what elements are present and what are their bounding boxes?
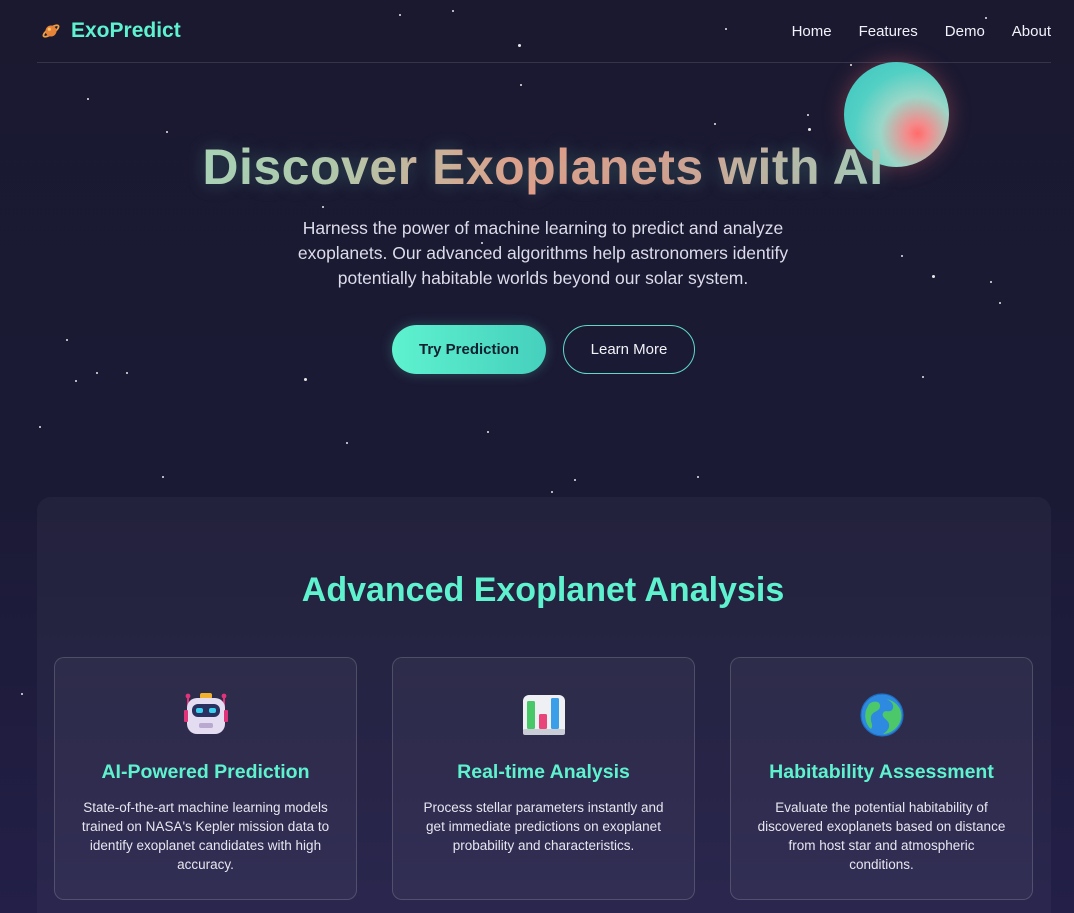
planet-rocket-icon xyxy=(41,21,61,41)
card-title: Habitability Assessment xyxy=(769,761,994,783)
learn-more-button[interactable]: Learn More xyxy=(563,325,695,374)
brand-name: ExoPredict xyxy=(71,19,181,42)
hero-title: Discover Exoplanets with AI xyxy=(0,138,1074,196)
card-title: Real-time Analysis xyxy=(457,761,630,783)
try-prediction-button[interactable]: Try Prediction xyxy=(392,325,546,374)
card-description: State-of-the-art machine learning models… xyxy=(81,800,330,872)
nav-links: Home Features Demo About xyxy=(765,23,1051,40)
feature-card-habitability: Habitability Assessment Evaluate the pot… xyxy=(730,657,1033,900)
brand[interactable]: ExoPredict xyxy=(37,19,181,43)
nav-link-demo[interactable]: Demo xyxy=(945,23,985,40)
bar-chart-icon xyxy=(393,692,694,738)
nav-link-about[interactable]: About xyxy=(1012,23,1051,40)
nav-link-home[interactable]: Home xyxy=(792,23,832,40)
nav-link-features[interactable]: Features xyxy=(859,23,918,40)
feature-card-ai-prediction: AI-Powered Prediction State-of-the-art m… xyxy=(54,657,357,900)
globe-icon xyxy=(731,692,1032,738)
top-navbar: ExoPredict Home Features Demo About xyxy=(37,0,1051,63)
card-description: Evaluate the potential habitability of d… xyxy=(757,800,1006,872)
card-title: AI-Powered Prediction xyxy=(101,761,310,783)
hero-subtitle: Harness the power of machine learning to… xyxy=(297,218,789,288)
features-title: Advanced Exoplanet Analysis xyxy=(301,571,785,609)
card-description: Process stellar parameters instantly and… xyxy=(423,800,664,853)
robot-icon xyxy=(55,692,356,738)
feature-card-realtime-analysis: Real-time Analysis Process stellar param… xyxy=(392,657,695,900)
